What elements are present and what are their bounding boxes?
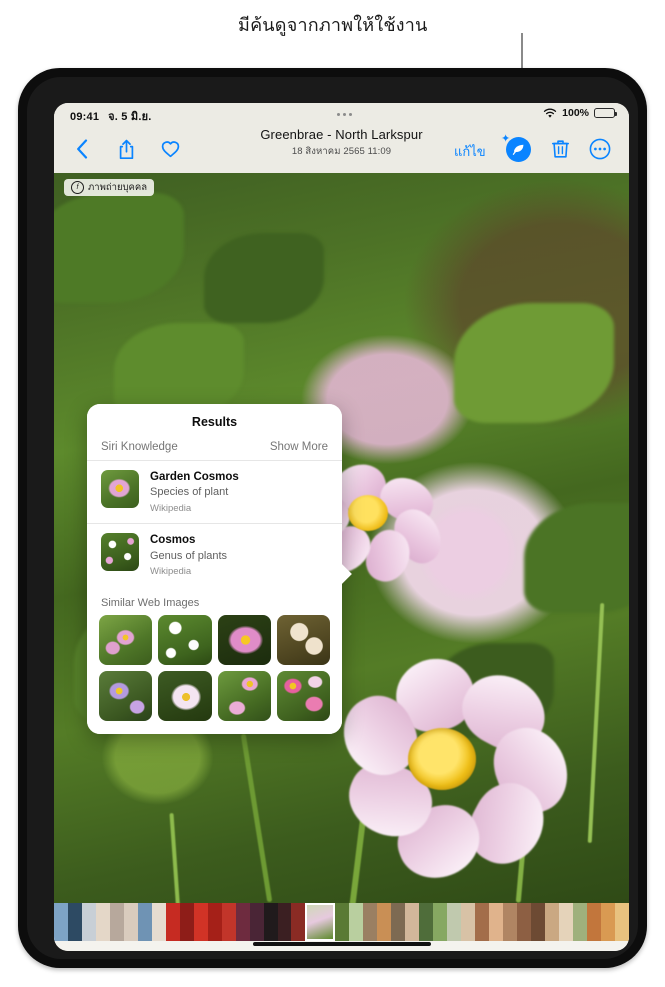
filmstrip-thumb[interactable] — [503, 903, 518, 941]
filmstrip-thumb[interactable] — [391, 903, 406, 941]
filmstrip-thumb[interactable] — [349, 903, 364, 941]
share-button[interactable] — [112, 135, 140, 163]
filmstrip-thumb[interactable] — [263, 903, 278, 941]
filmstrip-thumb[interactable] — [489, 903, 504, 941]
filmstrip-thumb[interactable] — [461, 903, 476, 941]
filmstrip-thumb[interactable] — [123, 903, 138, 941]
leaf-glyph — [512, 144, 524, 155]
similar-image-cell[interactable] — [99, 615, 153, 666]
top-bar: 09:41 จ. 5 มิ.ย. 100% แก้ไข ✦ Greenbrae … — [54, 103, 629, 173]
filmstrip-thumb[interactable] — [249, 903, 264, 941]
filmstrip-thumb[interactable] — [558, 903, 573, 941]
similar-web-images-grid — [87, 615, 342, 734]
more-ellipsis-icon[interactable] — [586, 135, 614, 163]
knowledge-description: Species of plant — [150, 486, 229, 499]
similar-image-cell[interactable] — [217, 615, 271, 666]
filmstrip-thumb[interactable] — [405, 903, 420, 941]
filmstrip-thumb[interactable] — [335, 903, 350, 941]
filmstrip-thumb[interactable] — [235, 903, 250, 941]
knowledge-thumbnail — [101, 533, 139, 572]
similar-image-cell[interactable] — [99, 671, 153, 722]
filmstrip-thumb[interactable] — [363, 903, 378, 941]
knowledge-source: Wikipedia — [150, 503, 192, 515]
filmstrip-thumb[interactable] — [291, 903, 306, 941]
wifi-icon — [543, 108, 557, 118]
filmstrip-thumb[interactable] — [193, 903, 208, 941]
similar-image-cell[interactable] — [158, 671, 212, 722]
favorite-button[interactable] — [156, 135, 184, 163]
status-bar: 09:41 จ. 5 มิ.ย. 100% — [54, 103, 629, 125]
siri-knowledge-header: Siri Knowledge Show More — [87, 438, 342, 460]
filmstrip-thumb[interactable] — [614, 903, 629, 941]
status-date: จ. 5 มิ.ย. — [108, 111, 152, 123]
status-left-group: 09:41 จ. 5 มิ.ย. — [70, 107, 151, 125]
edit-button[interactable]: แก้ไข — [454, 141, 486, 162]
list-item[interactable]: Garden Cosmos Species of plant Wikipedia — [87, 460, 342, 523]
filmstrip-thumb[interactable] — [447, 903, 462, 941]
home-indicator[interactable] — [252, 942, 431, 946]
ipad-screen: f ภาพถ่ายบุคคล 09:41 จ. 5 มิ.ย. 100% แก้… — [54, 103, 629, 951]
filmstrip-thumb[interactable] — [475, 903, 490, 941]
knowledge-thumbnail — [101, 470, 139, 508]
filmstrip-thumb[interactable] — [151, 903, 166, 941]
filmstrip-thumb[interactable] — [433, 903, 448, 941]
filmstrip-thumb[interactable] — [179, 903, 194, 941]
filmstrip-selected-thumb[interactable] — [305, 903, 336, 941]
popover-title: Results — [191, 415, 238, 429]
multitasking-dots-icon[interactable] — [337, 113, 352, 116]
filmstrip[interactable] — [54, 903, 629, 941]
sparkles-icon: ✦ — [501, 133, 511, 145]
results-popover: Results Siri Knowledge Show More Garden … — [87, 404, 352, 735]
callout-text: มีค้นดูจากภาพให้ใช้งาน — [238, 15, 428, 35]
knowledge-description: Genus of plants — [150, 549, 228, 562]
filmstrip-thumb[interactable] — [207, 903, 222, 941]
filmstrip-thumb[interactable] — [67, 903, 82, 941]
status-right-group: 100% — [543, 107, 617, 119]
filmstrip-thumb[interactable] — [377, 903, 392, 941]
filmstrip-thumb[interactable] — [221, 903, 236, 941]
ipad-device-frame: f ภาพถ่ายบุคคล 09:41 จ. 5 มิ.ย. 100% แก้… — [18, 68, 647, 968]
filmstrip-thumb[interactable] — [137, 903, 152, 941]
list-item[interactable]: Cosmos Genus of plants Wikipedia — [87, 523, 342, 586]
filmstrip-thumb[interactable] — [517, 903, 531, 941]
battery-icon — [594, 108, 617, 118]
similar-web-images-label: Similar Web Images — [101, 597, 200, 610]
filmstrip-thumb[interactable] — [81, 903, 96, 941]
filmstrip-thumb[interactable] — [544, 903, 559, 941]
siri-knowledge-label: Siri Knowledge — [101, 441, 178, 453]
similar-image-cell[interactable] — [276, 671, 330, 722]
delete-button[interactable] — [546, 135, 574, 163]
knowledge-title: Garden Cosmos — [150, 471, 239, 483]
back-button[interactable] — [68, 135, 96, 163]
device-bezel: f ภาพถ่ายบุคคล 09:41 จ. 5 มิ.ย. 100% แก้… — [27, 77, 638, 959]
filmstrip-thumb[interactable] — [572, 903, 587, 941]
filmstrip-thumb[interactable] — [54, 903, 68, 941]
portrait-mode-badge: f ภาพถ่ายบุคคล — [64, 179, 155, 196]
filmstrip-thumb[interactable] — [600, 903, 615, 941]
filmstrip-thumb[interactable] — [586, 903, 601, 941]
filmstrip-bar — [54, 903, 629, 951]
status-time: 09:41 — [70, 111, 100, 123]
knowledge-title: Cosmos — [150, 534, 196, 547]
filmstrip-thumb[interactable] — [165, 903, 180, 941]
portrait-badge-label: ภาพถ่ายบุคคล — [88, 182, 148, 193]
similar-image-cell[interactable] — [217, 671, 271, 722]
similar-image-cell[interactable] — [276, 615, 330, 666]
similar-image-cell[interactable] — [158, 615, 212, 666]
filmstrip-thumb[interactable] — [419, 903, 434, 941]
filmstrip-thumb[interactable] — [109, 903, 124, 941]
primary-flower — [331, 650, 604, 903]
filmstrip-thumb[interactable] — [277, 903, 292, 941]
filmstrip-thumb[interactable] — [95, 903, 110, 941]
photo-toolbar: แก้ไข ✦ — [54, 125, 629, 173]
aperture-f-icon: f — [71, 181, 84, 194]
filmstrip-thumb[interactable] — [531, 903, 545, 941]
show-more-button[interactable]: Show More — [270, 441, 328, 453]
battery-percent: 100% — [562, 107, 589, 119]
knowledge-source: Wikipedia — [150, 566, 192, 578]
visual-look-up-icon[interactable]: ✦ — [501, 134, 531, 162]
